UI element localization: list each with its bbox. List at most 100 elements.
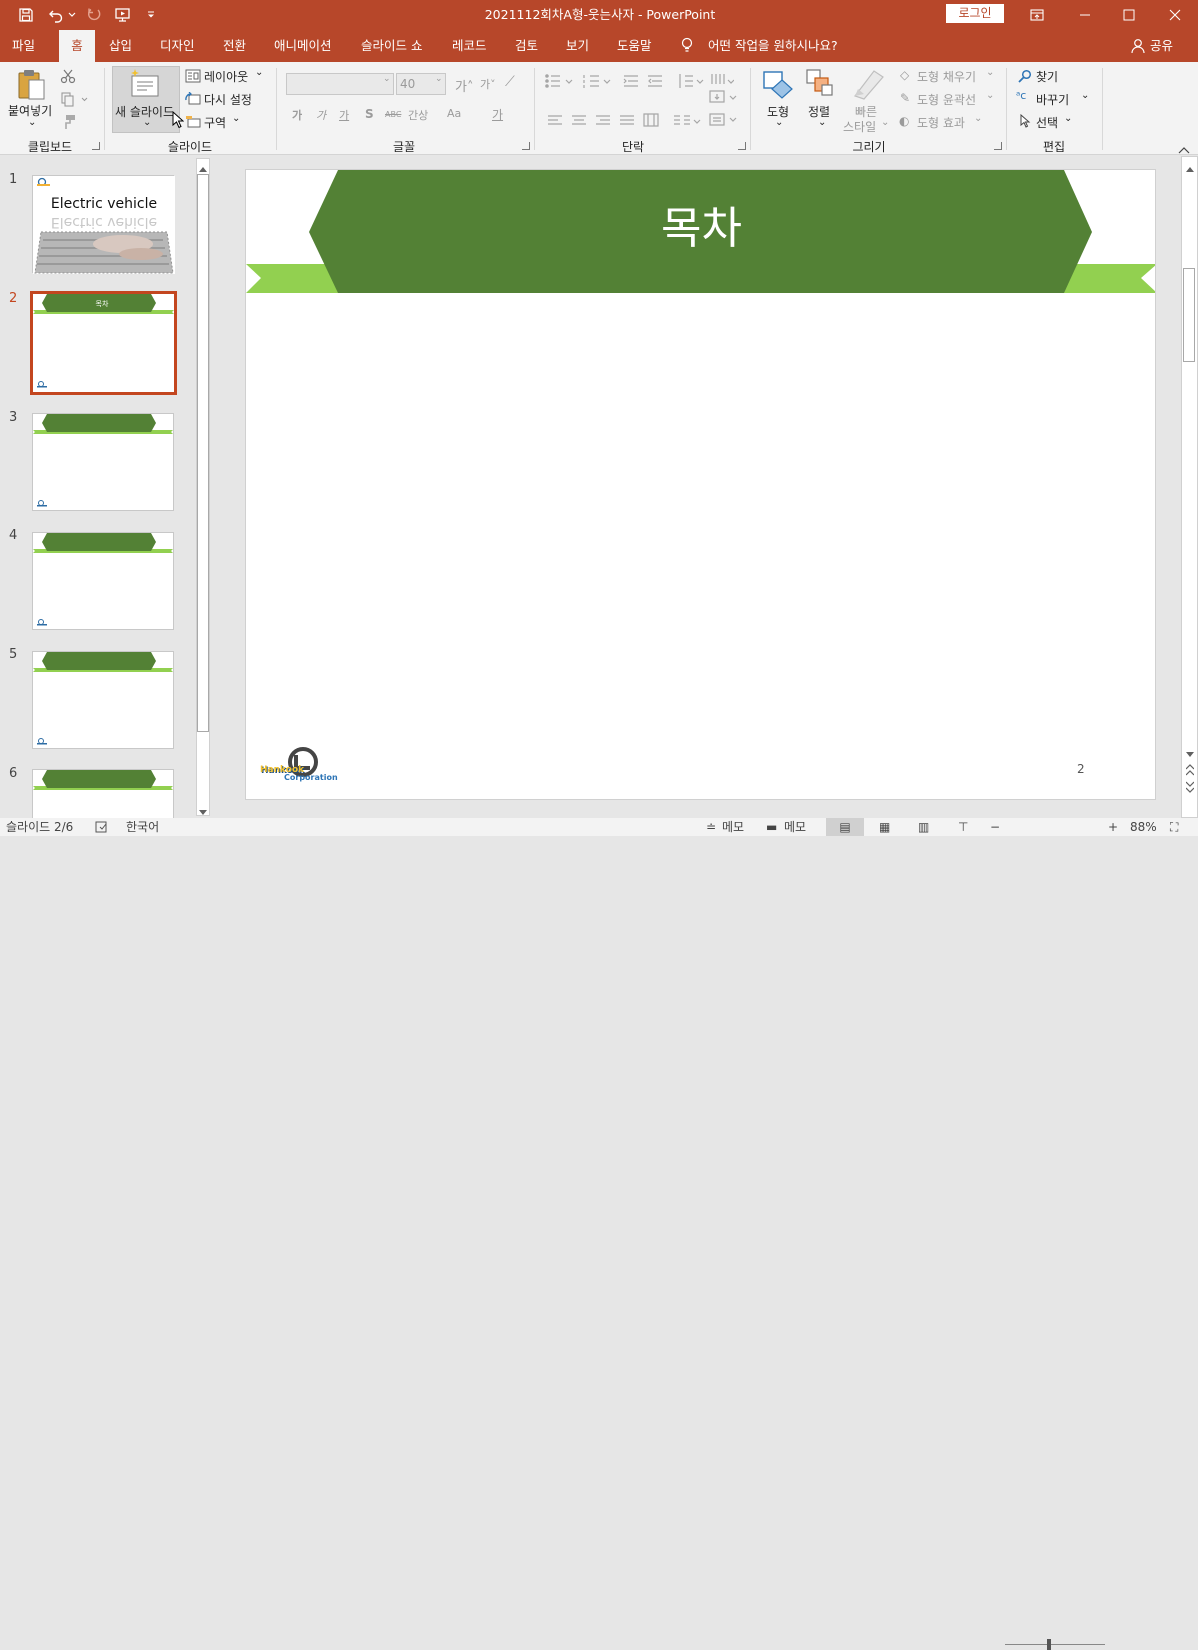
slideshow-icon[interactable]: ⊤ bbox=[958, 818, 968, 836]
shape-fill-icon[interactable]: ◇ bbox=[900, 68, 909, 82]
copy-icon[interactable] bbox=[60, 91, 88, 110]
undo-icon[interactable] bbox=[44, 0, 68, 30]
section-dropdown-icon[interactable]: ⌄ bbox=[232, 113, 240, 124]
fit-to-window-icon[interactable]: ⛶ bbox=[1170, 818, 1178, 836]
scroll-down-icon[interactable] bbox=[1186, 747, 1194, 761]
text-direction-icon[interactable] bbox=[708, 88, 738, 131]
share-button[interactable]: 공유 bbox=[1150, 30, 1173, 62]
tab-record[interactable]: 레코드 bbox=[452, 30, 487, 62]
tab-animations[interactable]: 애니메이션 bbox=[274, 30, 332, 62]
find-label[interactable]: 찾기 bbox=[1036, 68, 1058, 85]
font-color-button[interactable]: 가 bbox=[492, 106, 503, 123]
font-name-dropdown-icon[interactable]: ⌄ bbox=[383, 74, 391, 84]
ribbon-display-options-icon[interactable] bbox=[1024, 0, 1050, 30]
slide-thumbnail-5[interactable] bbox=[32, 651, 174, 749]
clear-formatting-icon[interactable]: ⟋ bbox=[505, 74, 515, 90]
zoom-slider[interactable] bbox=[1005, 1644, 1105, 1645]
notes-icon[interactable]: ≐ bbox=[706, 818, 716, 836]
customize-toolbar-icon[interactable] bbox=[144, 0, 158, 30]
select-label[interactable]: 선택 bbox=[1036, 114, 1058, 131]
layout-icon[interactable] bbox=[185, 69, 201, 86]
main-slide[interactable]: 목차 Hankook Corporation 2 bbox=[245, 169, 1156, 800]
paragraph-dialog-launcher[interactable] bbox=[738, 142, 746, 150]
login-button[interactable]: 로그인 bbox=[946, 4, 1004, 23]
scroll-up-icon[interactable] bbox=[199, 161, 207, 175]
reset-label[interactable]: 다시 설정 bbox=[204, 91, 252, 108]
slide-thumbnail-6[interactable] bbox=[32, 769, 174, 818]
strikethrough-button[interactable]: ABC bbox=[385, 110, 401, 119]
format-painter-icon[interactable] bbox=[60, 114, 76, 133]
language-status[interactable]: 한국어 bbox=[126, 818, 159, 836]
slideshow-from-start-icon[interactable] bbox=[110, 0, 136, 30]
editor-scrollbar[interactable] bbox=[1181, 156, 1198, 818]
section-label[interactable]: 구역 bbox=[204, 114, 226, 131]
increase-font-size-icon[interactable]: 가˄ bbox=[455, 76, 473, 95]
shadow-button[interactable]: S bbox=[365, 107, 374, 121]
find-icon[interactable] bbox=[1018, 69, 1032, 86]
shape-fill-dropdown-icon[interactable]: ⌄ bbox=[986, 67, 994, 78]
editor-scroll-thumb[interactable] bbox=[1183, 268, 1195, 362]
tab-insert[interactable]: 삽입 bbox=[109, 30, 132, 62]
shape-outline-icon[interactable]: ✎ bbox=[900, 91, 910, 105]
tab-transitions[interactable]: 전환 bbox=[223, 30, 246, 62]
change-case-button[interactable]: Aa bbox=[447, 107, 461, 120]
slide-thumbnail-2[interactable]: 목차 bbox=[30, 291, 177, 395]
section-icon[interactable] bbox=[185, 114, 201, 131]
underline-button[interactable]: 가 bbox=[339, 107, 349, 123]
bullets-icon[interactable] bbox=[544, 72, 735, 135]
accessibility-icon[interactable] bbox=[95, 818, 109, 836]
drawing-dialog-launcher[interactable] bbox=[994, 142, 1002, 150]
previous-slide-icon[interactable] bbox=[1185, 764, 1195, 779]
character-spacing-button[interactable]: 간상 bbox=[408, 107, 428, 123]
tab-review[interactable]: 검토 bbox=[515, 30, 538, 62]
tab-file[interactable]: 파일 bbox=[12, 30, 35, 62]
zoom-level[interactable]: 88% bbox=[1130, 818, 1157, 836]
bold-button[interactable]: 가 bbox=[292, 107, 302, 123]
shapes-dropdown-icon[interactable]: ⌄ bbox=[775, 117, 783, 128]
select-icon[interactable] bbox=[1019, 113, 1031, 131]
zoom-in-icon[interactable]: + bbox=[1108, 818, 1118, 836]
layout-label[interactable]: 레이아웃 bbox=[204, 68, 248, 85]
undo-dropdown-icon[interactable] bbox=[66, 0, 78, 30]
close-icon[interactable] bbox=[1160, 0, 1190, 30]
normal-view-icon[interactable]: ▤ bbox=[826, 818, 864, 836]
quick-styles-dropdown-icon[interactable]: ⌄ bbox=[881, 117, 889, 128]
quick-styles-icon[interactable] bbox=[852, 68, 886, 103]
slide-thumbnail-1[interactable]: Electric vehicle Electric vehicle bbox=[32, 175, 175, 274]
maximize-icon[interactable] bbox=[1114, 0, 1144, 30]
notes-button[interactable]: 메모 bbox=[722, 818, 744, 836]
font-dialog-launcher[interactable] bbox=[522, 142, 530, 150]
select-dropdown-icon[interactable]: ⌄ bbox=[1064, 113, 1072, 124]
tab-help[interactable]: 도움말 bbox=[617, 30, 652, 62]
scroll-up-icon[interactable] bbox=[1186, 161, 1194, 175]
scroll-down-icon[interactable] bbox=[199, 805, 207, 819]
save-icon[interactable] bbox=[12, 0, 40, 30]
shape-fill-label[interactable]: 도형 채우기 bbox=[917, 68, 976, 85]
slide-thumbnail-4[interactable] bbox=[32, 532, 174, 630]
thumbnail-scroll-thumb[interactable] bbox=[197, 174, 209, 732]
replace-icon[interactable]: ᵃc bbox=[1016, 89, 1026, 102]
zoom-slider-thumb[interactable] bbox=[1047, 1639, 1051, 1650]
shape-effects-label[interactable]: 도형 효과 bbox=[917, 114, 965, 131]
user-icon[interactable] bbox=[1130, 30, 1146, 62]
layout-dropdown-icon[interactable]: ⌄ bbox=[255, 67, 263, 78]
tab-view[interactable]: 보기 bbox=[566, 30, 589, 62]
font-name-dropdown[interactable] bbox=[286, 73, 394, 95]
redo-icon[interactable] bbox=[82, 0, 106, 30]
clipboard-dialog-launcher[interactable] bbox=[92, 142, 100, 150]
shape-effects-icon[interactable]: ◐ bbox=[899, 114, 909, 128]
minimize-icon[interactable] bbox=[1070, 0, 1100, 30]
replace-label[interactable]: 바꾸기 bbox=[1036, 91, 1069, 108]
quick-styles-label-2[interactable]: 스타일 bbox=[843, 118, 876, 135]
decrease-font-size-icon[interactable]: 가˅ bbox=[480, 76, 496, 92]
cut-icon[interactable] bbox=[60, 68, 76, 87]
comments-button[interactable]: 메모 bbox=[784, 818, 806, 836]
paste-icon[interactable] bbox=[16, 68, 48, 105]
arrange-dropdown-icon[interactable]: ⌄ bbox=[818, 117, 826, 128]
tab-home[interactable]: 홈 bbox=[59, 30, 95, 62]
arrange-icon[interactable] bbox=[805, 68, 835, 101]
new-slide-dropdown-icon[interactable]: ⌄ bbox=[143, 117, 151, 128]
zoom-out-icon[interactable]: − bbox=[990, 818, 1000, 836]
comments-icon[interactable]: ▬ bbox=[766, 818, 777, 836]
tell-me-search[interactable]: 어떤 작업을 원하시나요? bbox=[708, 30, 838, 62]
